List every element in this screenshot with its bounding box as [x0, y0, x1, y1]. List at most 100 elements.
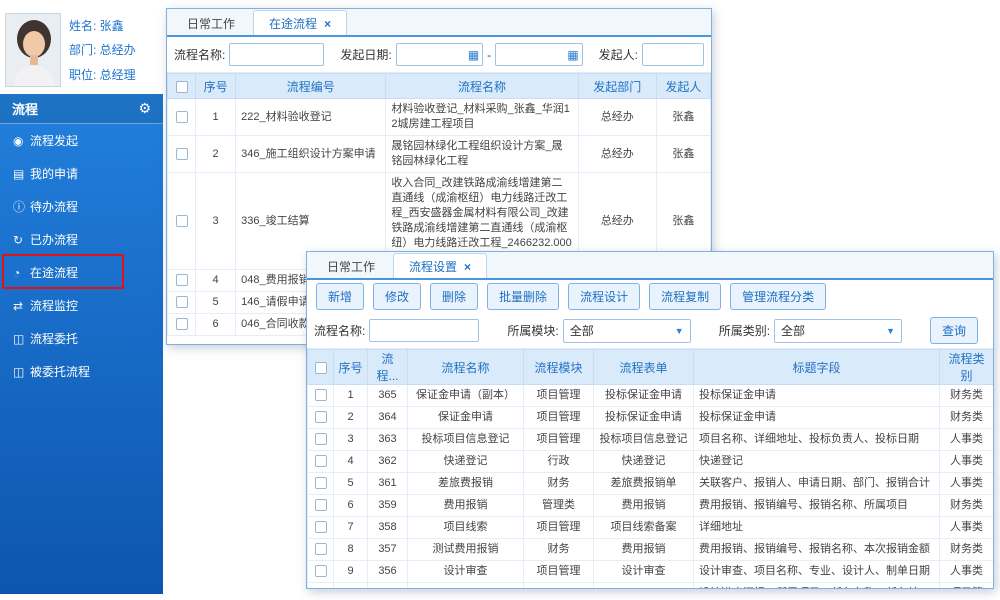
cell-no: 5: [334, 473, 368, 495]
toolbar-button[interactable]: 批量删除: [487, 283, 559, 310]
sidebar-item[interactable]: ↻ 已办流程: [0, 223, 163, 256]
table-row[interactable]: 2 346_施工组织设计方案申请 晟铭园林绿化工程组织设计方案_晟铭园林绿化工程…: [168, 136, 711, 173]
cell-pid: 359: [368, 495, 408, 517]
cell-title-fields: 设计审查、项目名称、专业、设计人、制单日期: [694, 561, 940, 583]
table-row[interactable]: 1 222_材料验收登记 材料验收登记_材料采购_张鑫_华润12城房建工程项目 …: [168, 99, 711, 136]
table-row[interactable]: 7 358 项目线索 项目管理 项目线索备案 详细地址 人事类: [308, 517, 994, 539]
tab-process-settings[interactable]: 流程设置 ×: [393, 253, 487, 278]
sidebar-item-label: 流程委托: [30, 330, 78, 347]
toolbar-button[interactable]: 删除: [430, 283, 478, 310]
row-checkbox[interactable]: [315, 433, 327, 445]
row-checkbox[interactable]: [176, 296, 188, 308]
filter-bar: 流程名称: 发起日期: ▦ - ▦ 发起人:: [167, 37, 711, 73]
row-checkbox[interactable]: [176, 318, 188, 330]
row-checkbox[interactable]: [315, 389, 327, 401]
date-from-input[interactable]: ▦: [396, 43, 483, 66]
process-name-input[interactable]: [369, 319, 479, 342]
sidebar-item[interactable]: ▤ 我的申请: [0, 157, 163, 190]
table-row[interactable]: 8 357 测试费用报销 财务 费用报销 费用报销、报销编号、报销名称、本次报销…: [308, 539, 994, 561]
row-checkbox[interactable]: [176, 111, 188, 123]
process-settings-window: 日常工作 流程设置 × 新增 修改 删除 批量删除 流程设计 流程复制 管理流程…: [306, 251, 994, 589]
col-form: 流程表单: [594, 350, 694, 385]
row-checkbox[interactable]: [315, 411, 327, 423]
row-checkbox[interactable]: [315, 499, 327, 511]
row-checkbox[interactable]: [315, 565, 327, 577]
table-row[interactable]: 10 355 设计进度汇报 项目管理 设计进度汇报 设计进度汇报、所属项目、任务…: [308, 583, 994, 590]
sidebar-item[interactable]: ◫ 被委托流程: [0, 355, 163, 388]
cell-no: 7: [334, 517, 368, 539]
cell-category: 财务类: [940, 385, 994, 407]
sidebar-item[interactable]: ⇄ 流程监控: [0, 289, 163, 322]
initiator-input[interactable]: [642, 43, 704, 66]
select-all-checkbox[interactable]: [176, 81, 188, 93]
table-header-row: 序号 流程... 流程名称 流程模块 流程表单 标题字段 流程类别: [308, 350, 994, 385]
select-all-checkbox[interactable]: [315, 362, 327, 374]
table-row[interactable]: 1 365 保证金申请（副本） 项目管理 投标保证金申请 投标保证金申请 财务类: [308, 385, 994, 407]
tab-daily-work[interactable]: 日常工作: [312, 254, 390, 278]
gear-icon[interactable]: ⚙: [138, 100, 151, 117]
sidebar-item-icon: ⇄: [13, 299, 30, 313]
row-checkbox[interactable]: [315, 455, 327, 467]
tab-close-icon[interactable]: ×: [464, 261, 471, 273]
user-info: 姓名: 张鑫 部门: 总经办 职位: 总经理: [61, 13, 136, 87]
cell-module: 财务: [524, 539, 594, 561]
table-row[interactable]: 6 359 费用报销 管理类 费用报销 费用报销、报销编号、报销名称、所属项目 …: [308, 495, 994, 517]
cell-module: 管理类: [524, 495, 594, 517]
row-checkbox[interactable]: [176, 274, 188, 286]
toolbar-button[interactable]: 修改: [373, 283, 421, 310]
process-name-input[interactable]: [229, 43, 324, 66]
category-label: 所属类别:: [719, 322, 770, 339]
row-checkbox[interactable]: [315, 521, 327, 533]
sidebar-item-label: 在途流程: [30, 264, 78, 281]
calendar-icon[interactable]: ▦: [567, 48, 578, 62]
cell-no: 6: [196, 314, 236, 336]
sidebar-item-icon: ▤: [13, 167, 30, 181]
sidebar-item-label: 流程发起: [30, 132, 78, 149]
chevron-down-icon: ▼: [675, 326, 684, 336]
table-row[interactable]: 9 356 设计审查 项目管理 设计审查 设计审查、项目名称、专业、设计人、制单…: [308, 561, 994, 583]
cell-no: 4: [334, 451, 368, 473]
module-select[interactable]: 全部 ▼: [563, 319, 691, 343]
table-row[interactable]: 4 362 快递登记 行政 快递登记 快递登记 人事类: [308, 451, 994, 473]
sidebar-item[interactable]: ◉ 流程发起: [0, 124, 163, 157]
cell-no: 9: [334, 561, 368, 583]
cell-title-fields: 快递登记: [694, 451, 940, 473]
col-title-fields: 标题字段: [694, 350, 940, 385]
cell-form: 快递登记: [594, 451, 694, 473]
sidebar-item[interactable]: ⓘ 待办流程: [0, 190, 163, 223]
sidebar-item-icon: ⓘ: [13, 198, 30, 215]
sidebar-item[interactable]: ◔ 在途流程: [0, 256, 163, 289]
user-dept: 部门: 总经办: [69, 41, 136, 58]
cell-category: 财务类: [940, 539, 994, 561]
process-name-label: 流程名称:: [174, 46, 225, 63]
row-checkbox[interactable]: [315, 477, 327, 489]
row-checkbox[interactable]: [176, 215, 188, 227]
category-select-value: 全部: [781, 322, 805, 339]
cell-form: 设计审查: [594, 561, 694, 583]
toolbar-button[interactable]: 新增: [316, 283, 364, 310]
tab-close-icon[interactable]: ×: [324, 18, 331, 30]
date-separator: -: [487, 48, 491, 62]
row-checkbox[interactable]: [315, 543, 327, 555]
cell-name: 保证金申请: [408, 407, 524, 429]
col-code: 流程编号: [236, 74, 386, 99]
cell-title-fields: 费用报销、报销编号、报销名称、本次报销金额: [694, 539, 940, 561]
col-no: 序号: [334, 350, 368, 385]
table-row[interactable]: 2 364 保证金申请 项目管理 投标保证金申请 投标保证金申请 财务类: [308, 407, 994, 429]
cell-name: 设计进度汇报: [408, 583, 524, 590]
table-row[interactable]: 5 361 差旅费报销 财务 差旅费报销单 关联客户、报销人、申请日期、部门、报…: [308, 473, 994, 495]
row-checkbox[interactable]: [176, 148, 188, 160]
tab-daily-work[interactable]: 日常工作: [172, 11, 250, 35]
toolbar-button[interactable]: 管理流程分类: [730, 283, 826, 310]
date-to-input[interactable]: ▦: [495, 43, 582, 66]
toolbar-button[interactable]: 流程设计: [568, 283, 640, 310]
tab-in-transit[interactable]: 在途流程 ×: [253, 10, 347, 35]
table-row[interactable]: 3 363 投标项目信息登记 项目管理 投标项目信息登记 项目名称、详细地址、投…: [308, 429, 994, 451]
toolbar-button[interactable]: 流程复制: [649, 283, 721, 310]
col-pid: 流程...: [368, 350, 408, 385]
calendar-icon[interactable]: ▦: [468, 48, 479, 62]
search-button[interactable]: 查询: [930, 317, 978, 344]
sidebar-item[interactable]: ◫ 流程委托: [0, 322, 163, 355]
cell-name: 晟铭园林绿化工程组织设计方案_晟铭园林绿化工程: [386, 136, 578, 173]
category-select[interactable]: 全部 ▼: [774, 319, 902, 343]
